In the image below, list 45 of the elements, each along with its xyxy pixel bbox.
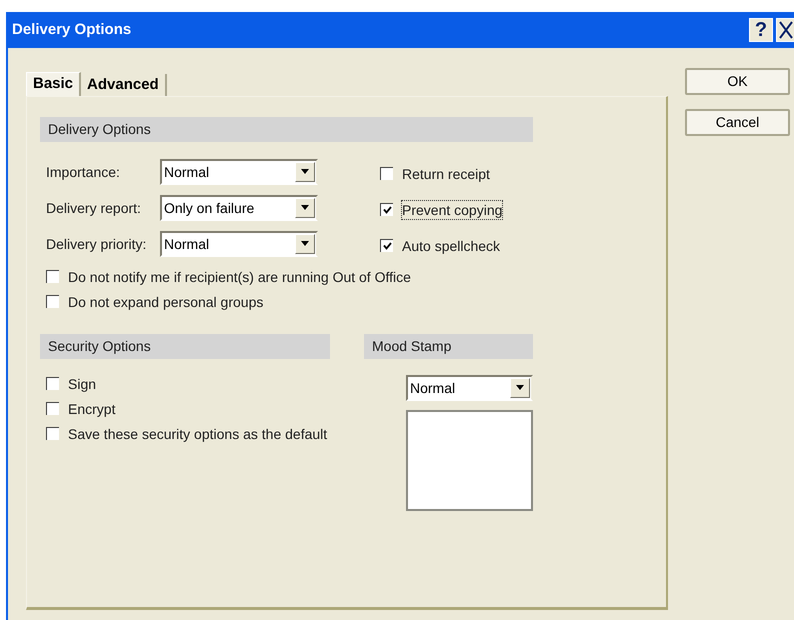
dropdown-field[interactable]: Normal: [160, 159, 318, 185]
dropdown-button[interactable]: [295, 234, 315, 254]
checkbox-label[interactable]: Return receipt: [402, 164, 490, 182]
checkbox[interactable]: [46, 427, 59, 440]
close-icon: [778, 21, 792, 39]
field-label: Delivery report:: [45, 198, 142, 218]
checkbox-label[interactable]: Do not notify me if recipient(s) are running Out of Office: [68, 268, 411, 286]
checkbox-label[interactable]: Sign: [68, 374, 96, 392]
dropdown-button[interactable]: [295, 198, 315, 218]
dropdown-field[interactable]: Normal: [160, 231, 318, 257]
tab[interactable]: Basic: [26, 72, 82, 96]
help-button[interactable]: ?: [749, 18, 773, 42]
checkbox-label[interactable]: Prevent copying: [402, 200, 502, 218]
caret-icon: [300, 169, 310, 175]
section-header: Mood Stamp: [364, 334, 533, 359]
dropdown-button[interactable]: [510, 378, 530, 398]
caret-icon: [300, 205, 310, 211]
checkbox[interactable]: [46, 295, 59, 308]
dropdown-field[interactable]: Only on failure: [160, 195, 318, 221]
checkbox[interactable]: [380, 203, 393, 216]
dropdown-value: Only on failure: [164, 201, 254, 215]
checkbox[interactable]: [380, 239, 393, 252]
checkbox[interactable]: [46, 377, 59, 390]
checkbox[interactable]: [380, 167, 393, 180]
dropdown-button[interactable]: [295, 162, 315, 182]
checkbox-label[interactable]: Do not expand personal groups: [68, 292, 264, 310]
field-label: Importance:: [45, 162, 121, 182]
caret-icon: [515, 385, 525, 391]
checkbox-label[interactable]: Save these security options as the default: [68, 424, 328, 442]
window-title: Delivery Options: [12, 20, 132, 40]
close-button[interactable]: [776, 18, 794, 42]
checkbox-label[interactable]: Auto spellcheck: [402, 236, 500, 254]
dialog-button[interactable]: Cancel: [685, 109, 790, 136]
field-label: Delivery priority:: [45, 234, 148, 254]
dropdown-value: Normal: [164, 165, 210, 179]
dialog-button[interactable]: OK: [685, 68, 790, 95]
section-header: Security Options: [40, 334, 330, 359]
caret-icon: [300, 241, 310, 247]
dropdown-field[interactable]: Normal: [406, 375, 533, 401]
checkbox-label[interactable]: Encrypt: [68, 400, 116, 418]
checkbox[interactable]: [46, 270, 59, 283]
dropdown-value: Normal: [410, 381, 456, 395]
section-header: Delivery Options: [40, 117, 533, 142]
checkbox[interactable]: [46, 402, 59, 415]
dropdown-value: Normal: [164, 237, 210, 251]
